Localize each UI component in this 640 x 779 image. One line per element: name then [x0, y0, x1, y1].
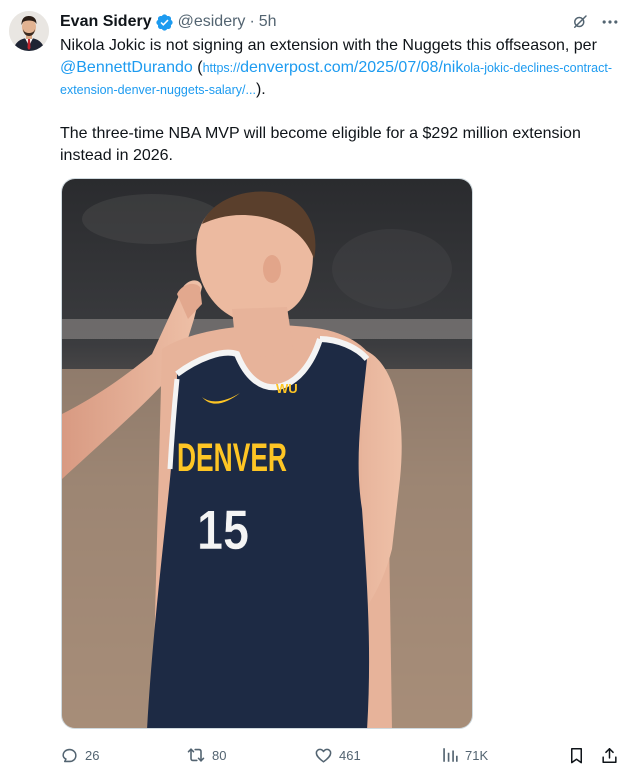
reply-icon — [62, 748, 77, 762]
verified-badge-icon[interactable] — [155, 13, 174, 32]
paren-close: ). — [255, 81, 266, 98]
tweet-paragraph-2: The three-time NBA MVP will become eligi… — [60, 125, 581, 164]
jersey-body — [147, 339, 370, 728]
mention-link[interactable]: @BennettDurando — [60, 59, 193, 76]
action-bar: 26 80 461 71K — [60, 742, 625, 768]
tweet-text: Nikola Jokic is not signing an extension… — [60, 35, 625, 167]
reply-count: 26 — [85, 747, 100, 763]
like-icon — [315, 748, 332, 763]
repost-count: 80 — [212, 747, 227, 763]
like-count: 461 — [339, 747, 361, 763]
paren-open: ( — [192, 59, 203, 76]
tweet-text-line: Nikola Jokic is not signing an extension… — [60, 37, 597, 54]
share-icon — [602, 747, 617, 763]
tweet-photo[interactable]: WU DENVER 15 — [61, 178, 473, 729]
share-button[interactable] — [600, 742, 619, 768]
jersey-sponsor: WU — [276, 381, 298, 396]
handle[interactable]: @esidery — [178, 11, 246, 33]
url-link-prefix[interactable]: https:// — [203, 61, 241, 75]
views-icon — [443, 748, 458, 762]
repost-button[interactable]: 80 — [186, 742, 226, 768]
top-right-actions — [570, 12, 620, 32]
jersey-team-name: DENVER — [177, 436, 287, 480]
more-options-icon[interactable] — [600, 12, 620, 32]
bookmark-icon — [570, 747, 583, 763]
timestamp[interactable]: 5h — [259, 11, 277, 33]
like-button[interactable]: 461 — [314, 742, 361, 768]
tweet-paragraph-1: Nikola Jokic is not signing an extension… — [60, 35, 625, 101]
separator-dot: · — [249, 13, 255, 30]
repost-icon — [187, 748, 205, 762]
tweet[interactable]: Evan Sidery @esidery · 5h Nikola Jokic i… — [0, 0, 640, 779]
jersey-number: 15 — [197, 498, 249, 561]
view-count: 71K — [465, 747, 489, 763]
url-link-main[interactable]: denverpost.com/2025/07/08/nik — [240, 59, 463, 76]
display-name[interactable]: Evan Sidery — [60, 11, 152, 33]
views-button[interactable]: 71K — [441, 742, 488, 768]
tweet-header: Evan Sidery @esidery · 5h — [60, 11, 277, 33]
grok-icon[interactable] — [570, 12, 590, 32]
avatar[interactable] — [9, 11, 49, 51]
bookmark-button[interactable] — [567, 742, 586, 768]
reply-button[interactable]: 26 — [60, 742, 99, 768]
